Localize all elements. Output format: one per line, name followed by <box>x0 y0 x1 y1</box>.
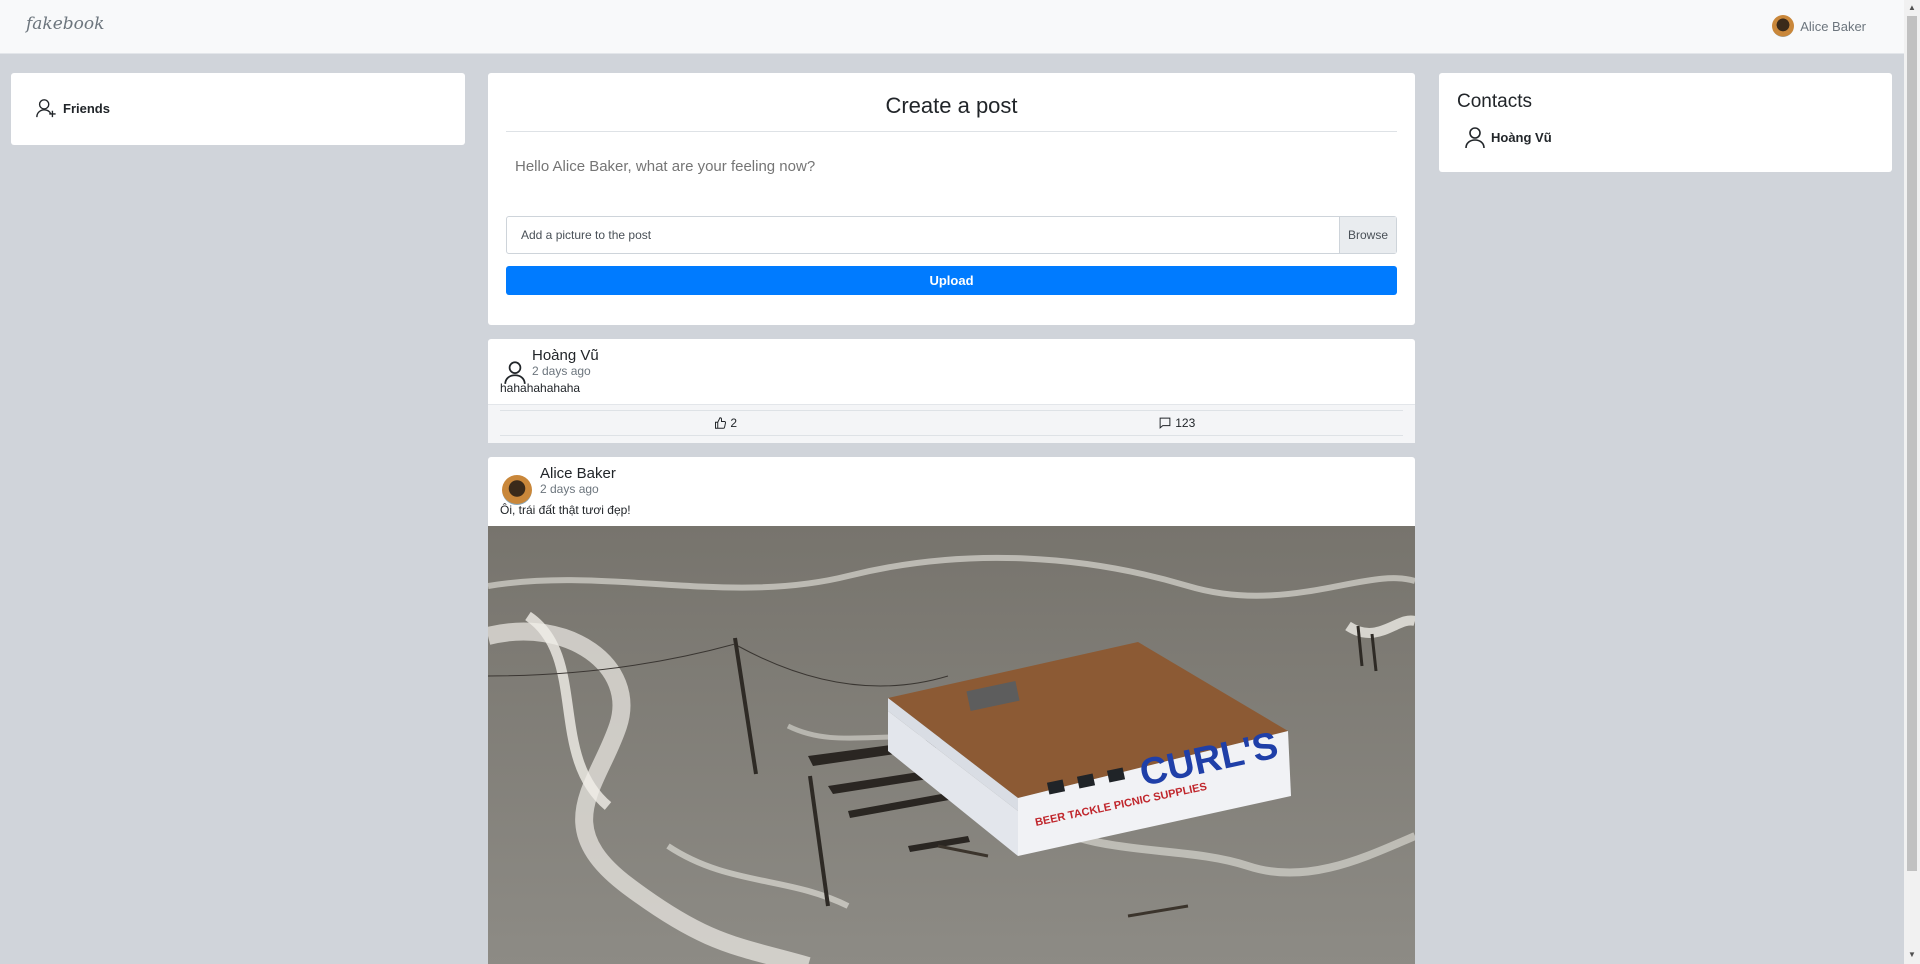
like-count: 2 <box>730 416 738 430</box>
post-text: hahahahahaha <box>500 381 581 395</box>
scroll-thumb[interactable] <box>1907 16 1917 871</box>
create-post-title: Create a post <box>506 93 1397 132</box>
scroll-down-icon[interactable]: ▼ <box>1908 950 1916 959</box>
upload-button[interactable]: Upload <box>506 266 1397 295</box>
post-author[interactable]: Hoàng Vũ <box>532 347 599 364</box>
post-card: Alice Baker 2 days ago Ôi, trái đất thật… <box>488 457 1415 964</box>
post-time: 2 days ago <box>540 482 599 496</box>
sidebar-item-friends[interactable]: Friends <box>35 97 110 119</box>
comment-button[interactable]: 123 <box>952 411 1404 435</box>
post-author[interactable]: Alice Baker <box>540 465 616 482</box>
post-actions: 2 123 <box>500 410 1403 436</box>
comment-icon <box>1159 417 1171 429</box>
browse-button[interactable]: Browse <box>1339 217 1396 253</box>
page-scrollbar[interactable]: ▲ ▼ <box>1904 0 1920 964</box>
comment-count: 123 <box>1175 416 1196 430</box>
post-header: Alice Baker 2 days ago <box>502 465 616 505</box>
user-avatar <box>1772 15 1795 37</box>
thumbs-up-icon <box>715 417 727 429</box>
contact-item[interactable]: Hoàng Vũ <box>1463 125 1552 149</box>
post-text: Ôi, trái đất thật tươi đẹp! <box>500 503 631 517</box>
author-avatar <box>502 475 532 505</box>
user-menu[interactable]: Alice Baker <box>1772 15 1866 37</box>
post-header: Hoàng Vũ 2 days ago <box>502 347 599 385</box>
contact-name: Hoàng Vũ <box>1491 129 1552 145</box>
like-button[interactable]: 2 <box>500 411 952 435</box>
left-sidebar: Friends <box>11 73 465 145</box>
status-input[interactable] <box>515 158 1395 204</box>
person-icon <box>1465 127 1485 149</box>
post-card: Hoàng Vũ 2 days ago hahahahahaha 2 123 <box>488 339 1415 443</box>
picture-file-input[interactable]: Add a picture to the post Browse <box>506 216 1397 254</box>
post-time: 2 days ago <box>532 364 591 378</box>
brand-logo[interactable]: fakebook <box>26 14 104 34</box>
flooded-building-image: CURL'S BEER TACKLE PICNIC SUPPLIES <box>488 526 1415 964</box>
file-input-label: Add a picture to the post <box>521 228 652 242</box>
sidebar-item-label: Friends <box>63 100 110 116</box>
top-navbar: fakebook Alice Baker <box>0 0 1904 54</box>
add-friend-icon <box>36 99 56 118</box>
contacts-title: Contacts <box>1457 91 1532 112</box>
post-image: CURL'S BEER TACKLE PICNIC SUPPLIES <box>488 526 1415 964</box>
user-name: Alice Baker <box>1800 18 1866 34</box>
contacts-panel: Contacts Hoàng Vũ <box>1439 73 1892 172</box>
scroll-up-icon[interactable]: ▲ <box>1908 3 1916 12</box>
